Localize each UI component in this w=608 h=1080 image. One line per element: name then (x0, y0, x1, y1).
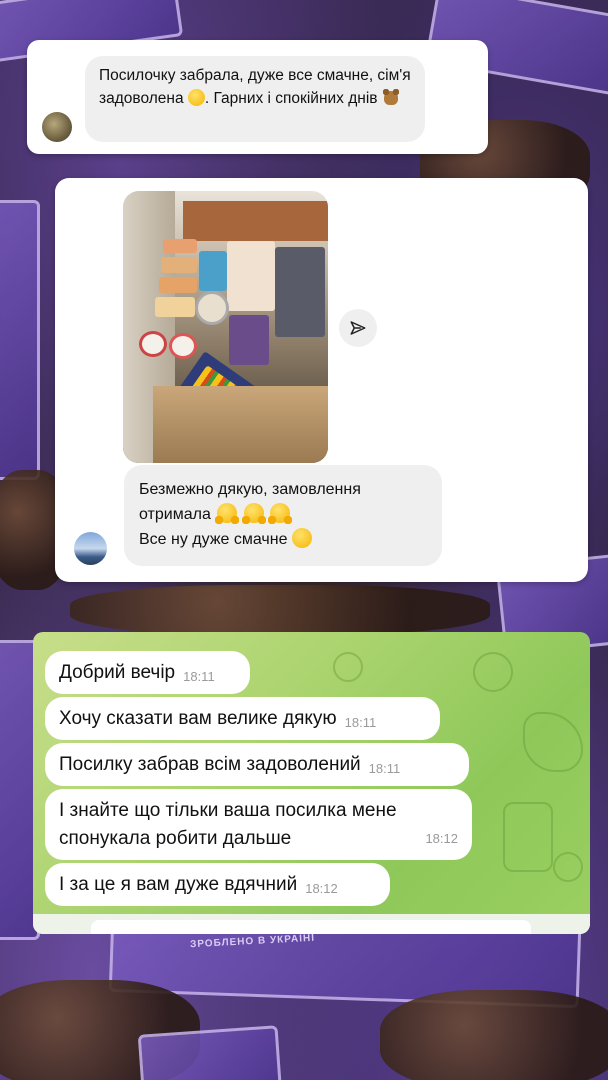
message-text: Добрий вечір (59, 662, 176, 683)
message-time: 18:12 (305, 881, 338, 896)
share-button[interactable] (339, 309, 377, 347)
message-bubble: Посилочку забрала, дуже все смачне, сім'… (85, 56, 425, 142)
chat-card-2: Безмежно дякую, замовлення отримала Все … (55, 178, 588, 582)
hugging-face-emoji-icon (215, 503, 240, 524)
message-bubble: Безмежно дякую, замовлення отримала Все … (124, 465, 442, 566)
parcel-photo[interactable] (123, 191, 328, 463)
message-text: І за це я вам дуже вдячний (59, 874, 298, 895)
message-text: спонукала робити дальше (59, 828, 292, 849)
chat-message: Хочу сказати вам велике дякую 18:11 (45, 697, 440, 740)
chat-card-1: Посилочку забрала, дуже все смачне, сім'… (27, 40, 488, 154)
chat-input-bar (33, 914, 590, 934)
message-time: 18:12 (425, 831, 458, 846)
smiling-face-emoji-icon (291, 528, 312, 548)
message-text: Хочу сказати вам велике дякую (59, 708, 337, 729)
hugging-face-emoji-icon (241, 503, 266, 524)
message-time: 18:11 (368, 761, 401, 776)
hugging-face-emoji-icon (268, 503, 293, 524)
message-text: Посилку забрав всім задоволений (59, 754, 361, 775)
message-line-1: Безмежно дякую, замовлення (139, 481, 361, 498)
chat-message: Посилку забрав всім задоволений 18:11 (45, 743, 469, 786)
chat-message: Добрий вечір 18:11 (45, 651, 250, 694)
message-line-2: отримала (139, 502, 427, 527)
telegram-chat: Добрий вечір 18:11 Хочу сказати вам велик… (33, 632, 590, 934)
message-text: І знайте що тільки ваша посилка мене (59, 800, 397, 821)
message-text-continued: . Гарних і спокійних днів (204, 90, 378, 107)
message-time: 18:11 (344, 715, 377, 730)
message-time: 18:11 (183, 669, 215, 684)
avatar[interactable] (74, 532, 107, 565)
message-line-3: Все ну дуже смачне (139, 527, 427, 552)
smiling-face-emoji-icon (187, 89, 205, 106)
chat-message: І за це я вам дуже вдячний 18:12 (45, 863, 390, 906)
avatar[interactable] (42, 112, 72, 142)
chat-message: І знайте що тільки ваша посилка мене спо… (45, 789, 472, 860)
teddy-bear-emoji-icon (382, 88, 400, 106)
share-arrow-icon (350, 321, 366, 335)
